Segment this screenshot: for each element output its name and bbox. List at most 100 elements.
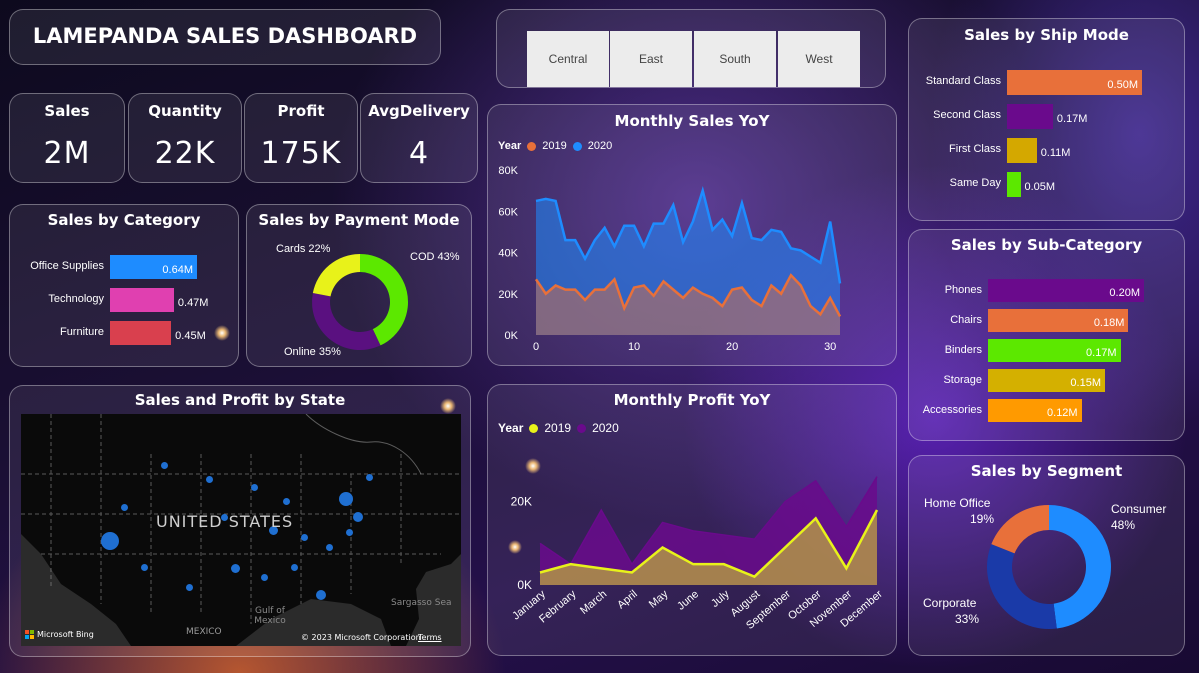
y-tick-label: 0K: [517, 578, 532, 592]
kpi-value: 2M: [43, 136, 91, 171]
map-card: Sales and Profit by State UNITED STATES …: [9, 385, 471, 657]
y-tick-label: 80K: [498, 165, 518, 177]
map-city-marker[interactable]: [316, 590, 326, 600]
bar-category-label: Accessories: [922, 404, 982, 416]
donut-slice[interactable]: [312, 293, 381, 350]
windows-icon: [25, 630, 34, 639]
map-city-marker[interactable]: [339, 492, 353, 506]
x-tick-label: 0: [533, 341, 539, 353]
kpi-sales: Sales 2M: [9, 93, 125, 183]
kpi-value: 22K: [154, 136, 216, 171]
kpi-label: AvgDelivery: [368, 102, 470, 120]
map-city-marker[interactable]: [251, 484, 258, 491]
map-city-marker[interactable]: [346, 529, 353, 536]
title-card: LAMEPANDA SALES DASHBOARD: [9, 9, 441, 65]
bar-category-label: Standard Class: [925, 75, 1001, 87]
kpi-label: Quantity: [148, 102, 222, 120]
y-tick-label: 40K: [498, 248, 518, 260]
region-west-button[interactable]: West: [778, 31, 860, 87]
ship-mode-bars: Standard Class 0.50M Second Class 0.17M Firs…: [909, 19, 1184, 220]
map-terms-link[interactable]: Terms: [418, 633, 442, 642]
donut-label: Consumer: [1111, 502, 1166, 516]
bar-category-label: Binders: [944, 344, 982, 356]
kpi-label: Sales: [44, 102, 90, 120]
map-city-marker[interactable]: [101, 532, 119, 550]
bar-category-label: Second Class: [933, 109, 1001, 121]
donut-label: Cards 22%: [276, 243, 331, 255]
map-city-marker[interactable]: [206, 476, 213, 483]
segment-card: Sales by Segment Consumer 48% Corporate 33%…: [908, 455, 1185, 656]
donut-slice[interactable]: [312, 254, 360, 297]
kpi-value: 4: [408, 136, 430, 171]
payment-donut-chart: COD 43% Online 35% Cards 22%: [276, 243, 460, 358]
map-city-marker[interactable]: [186, 584, 193, 591]
x-tick-label: May: [647, 588, 671, 611]
y-tick-label: 20K: [511, 495, 532, 509]
donut-label: 19%: [970, 512, 994, 526]
sub-category-bars: Phones 0.20M Chairs 0.18M Binders 0.17M Storag…: [909, 230, 1184, 440]
donut-label: 48%: [1111, 518, 1135, 532]
map-city-marker[interactable]: [326, 544, 333, 551]
bar-category-label: Phones: [944, 284, 982, 296]
decorative-glow: [508, 540, 522, 554]
region-south-button[interactable]: South: [694, 31, 776, 87]
bar-value-label: 0.45M: [175, 329, 206, 342]
bar-value-label: 0.20M: [1109, 287, 1140, 299]
x-tick-label: April: [615, 588, 640, 611]
region-central-button[interactable]: Central: [527, 31, 609, 87]
bar-category-label: Technology: [48, 293, 104, 305]
map-copyright: © 2023 Microsoft Corporation: [301, 633, 421, 642]
map-city-marker[interactable]: [161, 462, 168, 469]
chart-title: Sales and Profit by State: [134, 391, 346, 409]
donut-slice[interactable]: [987, 544, 1057, 629]
kpi-quantity: Quantity 22K: [128, 93, 242, 183]
donut-slice[interactable]: [991, 505, 1049, 554]
bar-value-label: 0.64M: [162, 263, 193, 276]
bar-value-label: 0.15M: [1070, 377, 1101, 389]
ship-mode-card: Sales by Ship Mode Standard Class 0.50M Se…: [908, 18, 1185, 221]
bar[interactable]: [1007, 172, 1021, 197]
payment-card: Sales by Payment Mode COD 43% Online 35% C…: [246, 204, 472, 367]
bar-value-label: 0.05M: [1024, 181, 1056, 193]
category-card: Sales by Category Office Supplies 0.64M Te…: [9, 204, 239, 367]
category-bars: Office Supplies 0.64M Technology 0.47M Furni…: [10, 205, 238, 366]
y-tick-label: 20K: [498, 289, 518, 301]
map-city-marker[interactable]: [261, 574, 268, 581]
us-map[interactable]: UNITED STATES Gulf of Mexico Sargasso Se…: [21, 414, 461, 646]
decorative-glow: [440, 398, 456, 414]
map-city-marker[interactable]: [353, 512, 363, 522]
map-city-marker[interactable]: [141, 564, 148, 571]
monthly-profit-card: Monthly Profit YoY Year 2019 2020 0K 20K J…: [487, 384, 897, 656]
region-east-button[interactable]: East: [610, 31, 692, 87]
donut-label: Home Office: [924, 496, 991, 510]
decorative-glow: [525, 458, 541, 474]
region-slicer: Central East South West: [496, 9, 886, 88]
x-tick-label: 30: [824, 341, 836, 353]
donut-label: Online 35%: [284, 346, 341, 358]
decorative-glow: [214, 325, 230, 341]
monthly-sales-chart: 0K 20K 40K 60K 80K 0 10 20 30: [498, 165, 842, 353]
sub-category-card: Sales by Sub-Category Phones 0.20M Chairs 0…: [908, 229, 1185, 441]
kpi-value: 175K: [260, 136, 342, 171]
map-mexico-label: MEXICO: [186, 627, 222, 637]
bar[interactable]: [1007, 104, 1053, 129]
bar[interactable]: [110, 288, 174, 312]
map-gulf-label: Gulf of Mexico: [254, 606, 286, 626]
map-city-marker[interactable]: [231, 564, 240, 573]
donut-slice[interactable]: [1049, 505, 1111, 629]
map-sargasso-label: Sargasso Sea: [391, 598, 452, 608]
map-city-marker[interactable]: [366, 474, 373, 481]
bing-brand: Microsoft Bing: [37, 630, 94, 639]
map-city-marker[interactable]: [283, 498, 290, 505]
x-tick-label: July: [709, 588, 732, 610]
segment-donut-chart: Consumer 48% Corporate 33% Home Office 19%: [923, 496, 1166, 629]
monthly-profit-chart: 0K20KJanuaryFebruary March April May June Jul…: [510, 476, 885, 632]
x-tick-label: 20: [726, 341, 738, 353]
map-city-marker[interactable]: [291, 564, 298, 571]
x-tick-label: March: [578, 588, 609, 617]
bar[interactable]: [1007, 138, 1037, 163]
map-city-marker[interactable]: [301, 534, 308, 541]
donut-label: Corporate: [923, 596, 977, 610]
bar[interactable]: [110, 321, 172, 345]
map-city-marker[interactable]: [121, 504, 128, 511]
